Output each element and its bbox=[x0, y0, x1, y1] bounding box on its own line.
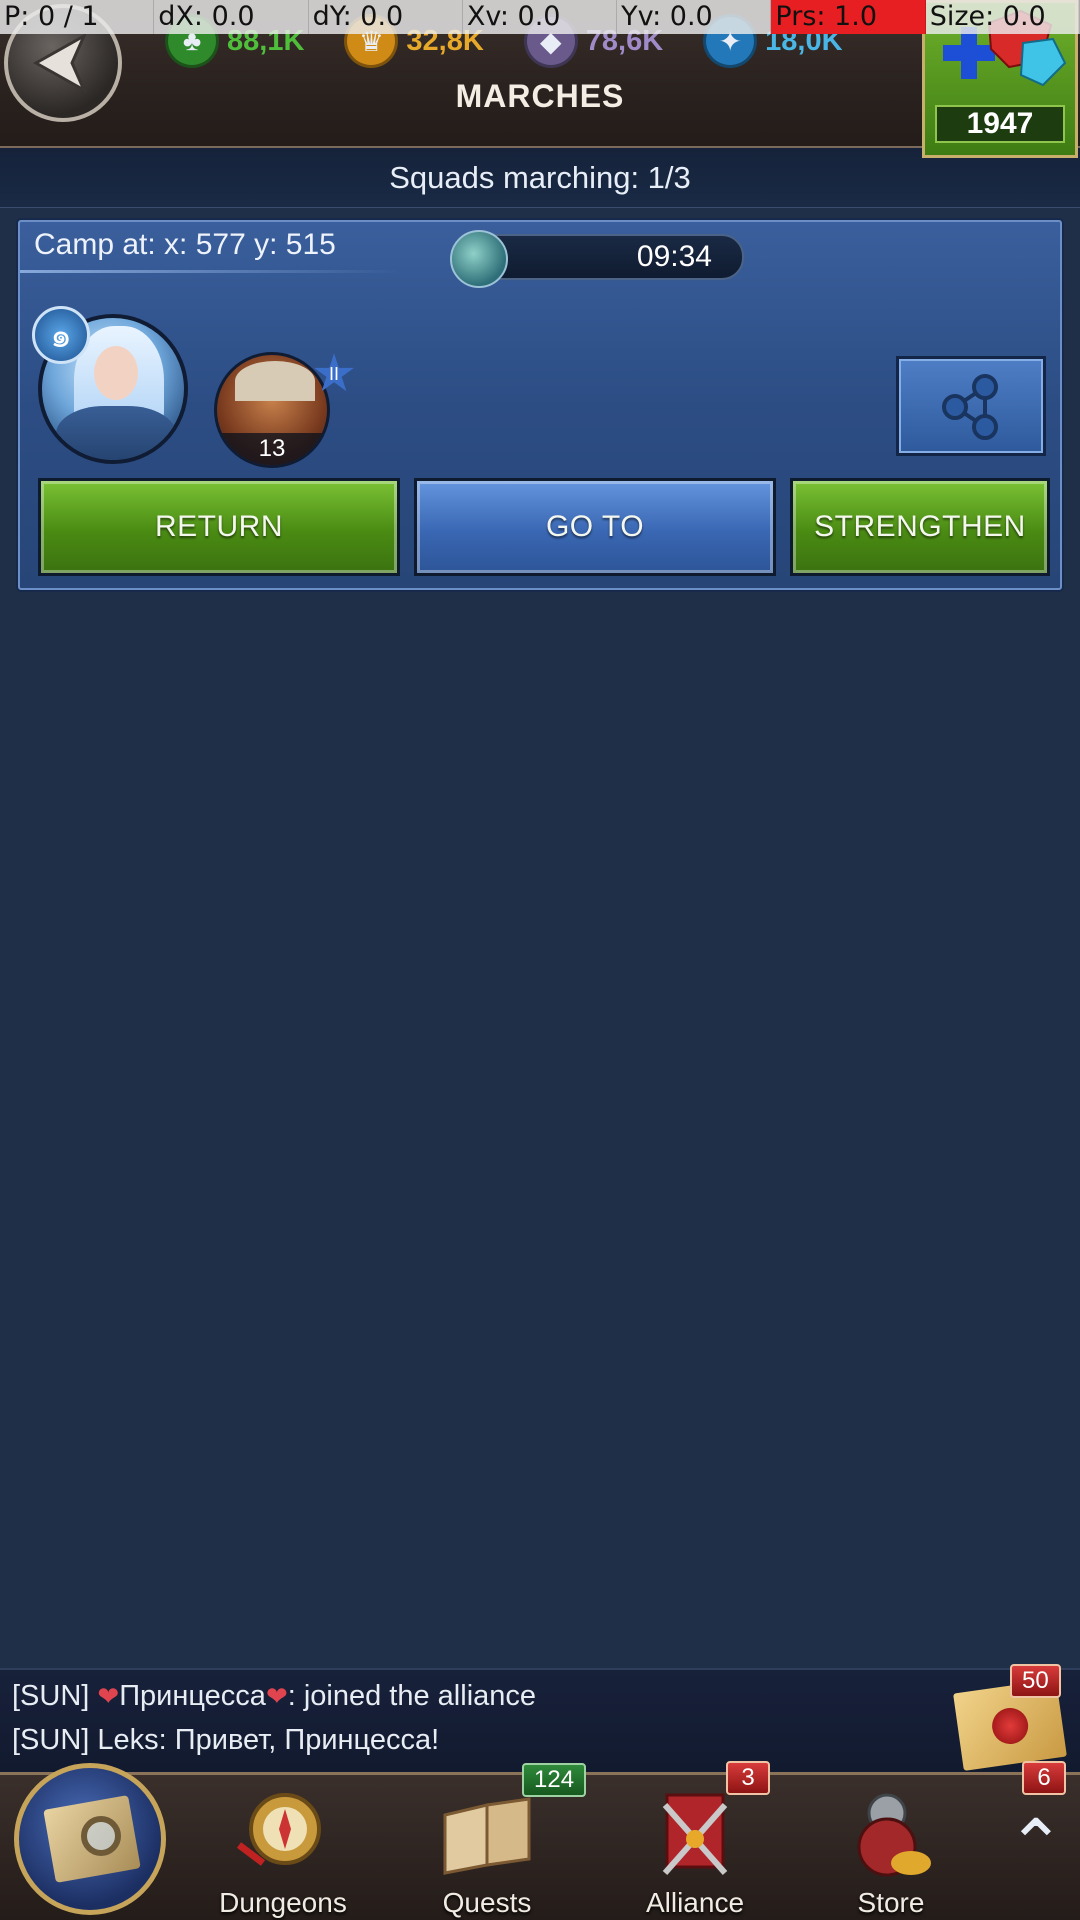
hero-level: 13 bbox=[217, 433, 327, 465]
nav-alliance[interactable]: Alliance 3 bbox=[610, 1761, 780, 1920]
formation-icon bbox=[942, 374, 998, 440]
formation-button[interactable] bbox=[896, 356, 1046, 456]
nav-quests[interactable]: Quests 124 bbox=[402, 1763, 587, 1920]
hero-horns bbox=[235, 361, 315, 401]
divider bbox=[20, 270, 400, 273]
rank-star-icon: ★ II bbox=[308, 348, 360, 400]
book-icon bbox=[443, 1797, 531, 1875]
debug-xv: Xv: 0.0 bbox=[462, 0, 618, 34]
camp-icon bbox=[450, 230, 508, 288]
compass-icon bbox=[236, 1793, 321, 1866]
water-element-icon: ๑ bbox=[32, 306, 90, 364]
camp-location[interactable]: Camp at: x: 577 y: 515 bbox=[34, 228, 336, 262]
debug-pointer: P: 0 / 1 bbox=[0, 0, 155, 34]
more-button[interactable]: ⌃ bbox=[998, 1805, 1074, 1885]
nav-dungeons[interactable]: Dungeons bbox=[198, 1775, 368, 1920]
arrow-left-icon bbox=[32, 32, 88, 94]
debug-dy: dY: 0.0 bbox=[308, 0, 463, 34]
debug-dx: dX: 0.0 bbox=[154, 0, 309, 34]
hero-rank: II bbox=[328, 364, 339, 384]
hero-armor bbox=[56, 406, 176, 460]
heart-icon: ❤ bbox=[97, 1681, 120, 1711]
heart-icon: ❤ bbox=[265, 1681, 288, 1711]
nav-dungeons-label: Dungeons bbox=[219, 1887, 347, 1918]
bottom-nav: Dungeons Quests 124 Alliance 3 Store ⌃ 6 bbox=[0, 1761, 1080, 1920]
chat-preview[interactable]: [SUN] ❤Принцесса❤: joined the alliance [… bbox=[0, 1664, 1080, 1772]
squads-status: Squads marching: 1/3 bbox=[0, 148, 1080, 208]
goto-button[interactable]: GO TO bbox=[414, 478, 776, 576]
chat-line-1-prefix: [SUN] bbox=[12, 1680, 98, 1712]
mail-count-badge: 50 bbox=[1010, 1664, 1061, 1698]
alliance-badge: 3 bbox=[726, 1761, 770, 1795]
page-title: MARCHES bbox=[455, 78, 625, 114]
world-map-button[interactable] bbox=[14, 1763, 166, 1915]
debug-yv: Yv: 0.0 bbox=[617, 0, 772, 34]
chat-line-1: [SUN] ❤Принцесса❤: joined the alliance bbox=[12, 1680, 536, 1713]
march-timer-value: 09:34 bbox=[636, 240, 712, 273]
march-timer: 09:34 bbox=[450, 230, 744, 288]
debug-size: Size: 0.0 bbox=[925, 0, 1080, 34]
chevron-up-icon: ⌃ bbox=[1006, 1806, 1066, 1884]
strengthen-button[interactable]: STRENGTHEN bbox=[790, 478, 1050, 576]
chat-line-1-text: : joined the alliance bbox=[287, 1680, 537, 1712]
nav-store-label: Store bbox=[857, 1887, 925, 1918]
nav-alliance-label: Alliance bbox=[645, 1887, 745, 1918]
wax-seal-icon bbox=[989, 1705, 1031, 1747]
more-badge: 6 bbox=[1022, 1761, 1066, 1795]
nav-store[interactable]: Store bbox=[806, 1775, 976, 1920]
magnifier-icon bbox=[81, 1816, 121, 1856]
nav-quests-label: Quests bbox=[442, 1887, 532, 1918]
alliance-banner-icon bbox=[662, 1793, 728, 1875]
hero-face bbox=[94, 346, 138, 400]
quests-badge: 124 bbox=[522, 1763, 587, 1797]
gem-count: 1947 bbox=[935, 105, 1065, 143]
debug-overlay: P: 0 / 1 dX: 0.0 dY: 0.0 Xv: 0.0 Yv: 0.0… bbox=[0, 0, 1080, 34]
debug-pressure: Prs: 1.0 bbox=[771, 0, 926, 34]
chat-line-1-name: Принцесса bbox=[119, 1680, 266, 1712]
squad-card: Camp at: x: 577 y: 515 09:34 ๑ 13 ★ II RE… bbox=[18, 220, 1062, 590]
chat-line-2: [SUN] Leks: Привет, Принцесса! bbox=[12, 1724, 440, 1756]
return-button[interactable]: RETURN bbox=[38, 478, 400, 576]
store-shield-icon bbox=[857, 1793, 931, 1877]
